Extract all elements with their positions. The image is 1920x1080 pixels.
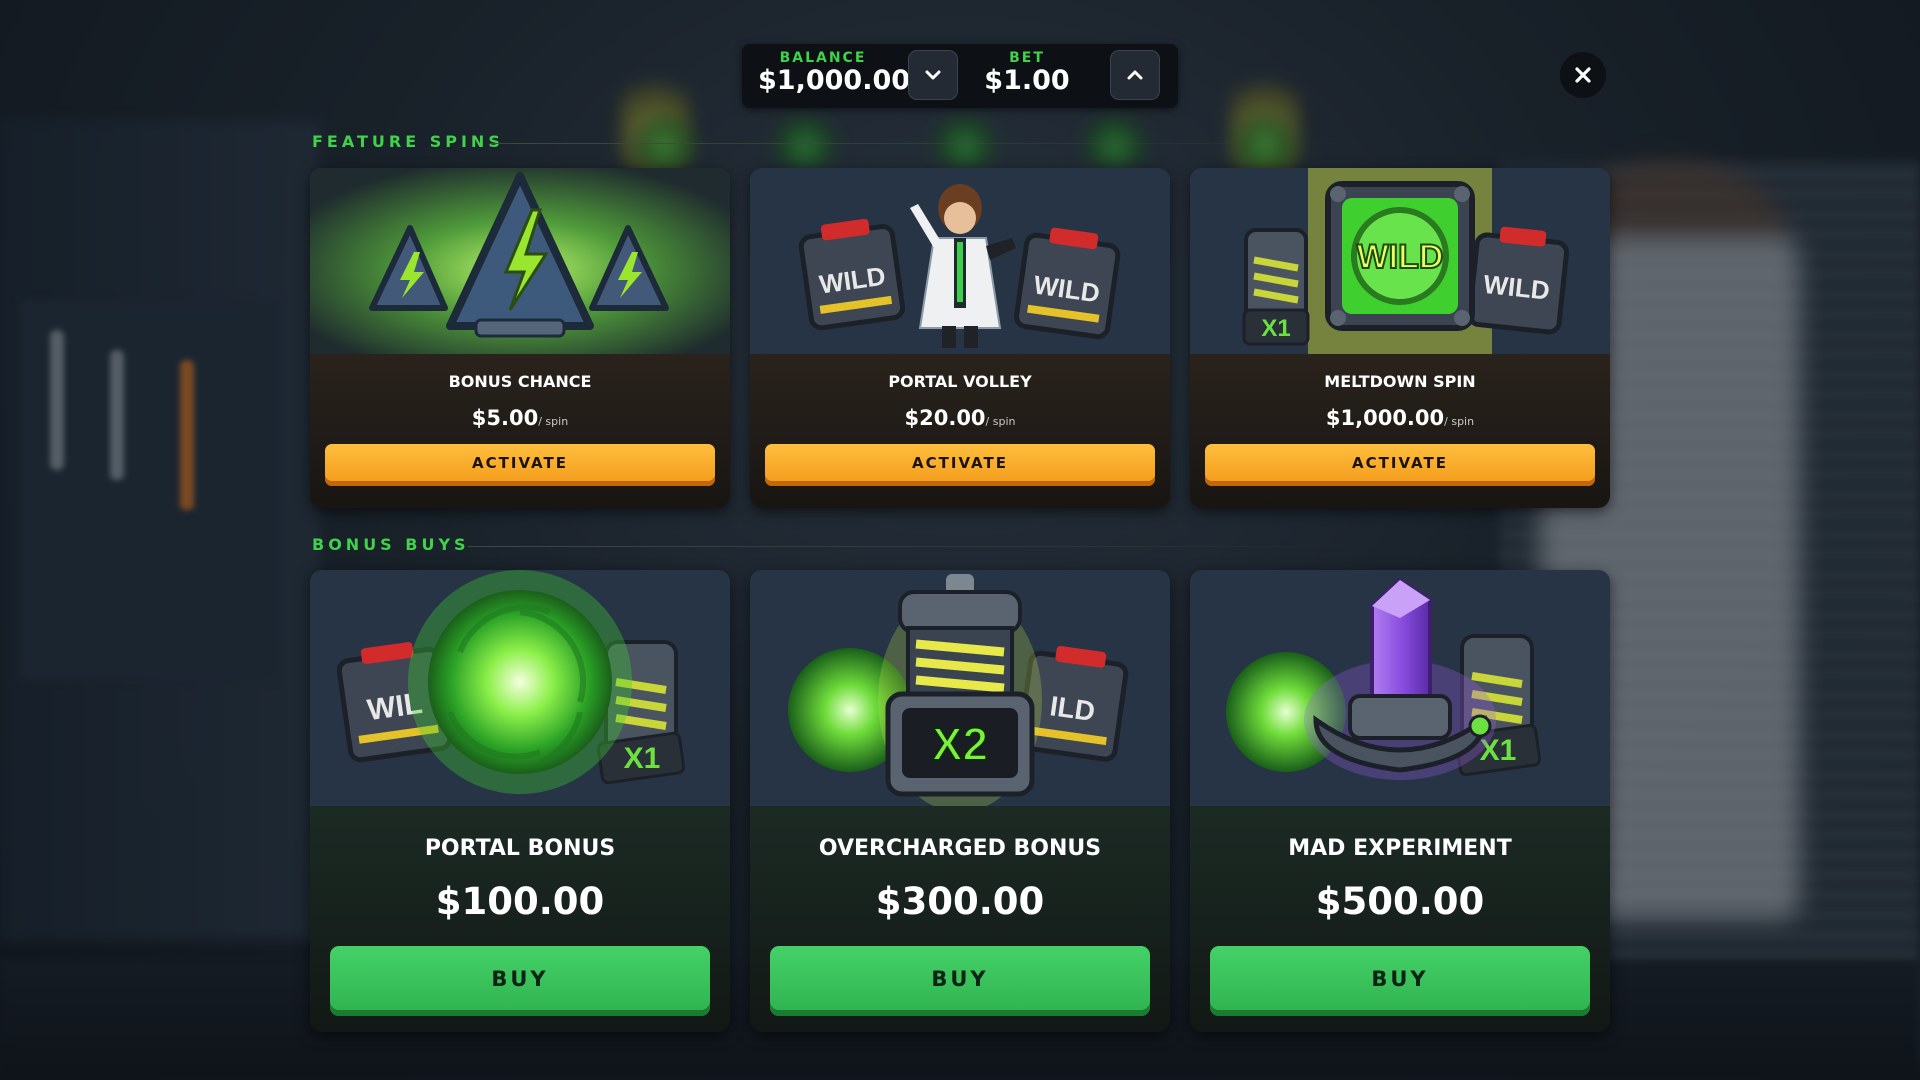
balance-value: $1,000.00: [758, 65, 911, 96]
card-price: $500.00: [1315, 880, 1485, 923]
multiplier-text: X1: [1261, 315, 1290, 342]
buy-button[interactable]: BUY: [330, 946, 710, 1016]
section-divider: [490, 143, 1390, 144]
card-info: PORTAL VOLLEY $20.00/ spin ACTIVATE: [750, 354, 1170, 508]
card-title: OVERCHARGED BONUS: [818, 836, 1102, 861]
close-icon: [1575, 67, 1591, 83]
portal-bonus-artwork: WIL X1: [310, 570, 730, 806]
card-title: PORTAL VOLLEY: [888, 372, 1032, 391]
feature-spins-heading: FEATURE SPINS: [312, 132, 504, 151]
card-price: $300.00: [875, 880, 1045, 923]
chevron-down-icon: [925, 70, 941, 80]
wild-symbol-text: WILD: [1357, 238, 1444, 276]
card-title: PORTAL BONUS: [424, 836, 616, 861]
card-info: MAD EXPERIMENT $500.00 BUY: [1190, 806, 1610, 1032]
bonus-card-mad-experiment: X1 MAD EXPERIMENT $500.00 BUY: [1190, 570, 1610, 1032]
mad-experiment-artwork: X1: [1190, 570, 1610, 806]
section-divider: [468, 546, 1388, 547]
bet-label: BET: [1009, 50, 1045, 66]
card-price: $20.00/ spin: [750, 406, 1170, 430]
card-info: PORTAL BONUS $100.00 BUY: [310, 806, 730, 1032]
bonus-card-portal-bonus: WIL X1 PORTAL BONUS $100.00 BUY: [310, 570, 730, 1032]
feature-card-bonus-chance: BONUS CHANCE $5.00/ spin ACTIVATE: [310, 168, 730, 508]
bonus-chance-artwork: [310, 168, 730, 354]
balance-display: BALANCE $1,000.00: [758, 50, 911, 96]
bet-value: $1.00: [984, 65, 1070, 96]
card-info: MELTDOWN SPIN $1,000.00/ spin ACTIVATE: [1190, 354, 1610, 508]
bet-increase-button[interactable]: [1110, 50, 1160, 100]
overcharged-bonus-artwork: ILD X2: [750, 570, 1170, 806]
price-unit: / spin: [1444, 415, 1475, 428]
card-info: OVERCHARGED BONUS $300.00 BUY: [750, 806, 1170, 1032]
buy-button[interactable]: BUY: [770, 946, 1150, 1016]
feature-card-portal-volley: WILD WILD PORTAL VOLLEY $20.00/ spin ACT…: [750, 168, 1170, 508]
card-price: $100.00: [435, 880, 605, 923]
price-value: $1,000.00: [1325, 406, 1445, 430]
activate-button[interactable]: ACTIVATE: [765, 444, 1155, 486]
wild-symbol-text: ILD: [1048, 690, 1097, 727]
bonus-buys-heading: BONUS BUYS: [312, 535, 470, 554]
card-title: BONUS CHANCE: [448, 372, 592, 391]
card-info: BONUS CHANCE $5.00/ spin ACTIVATE: [310, 354, 730, 508]
card-price: $1,000.00/ spin: [1190, 406, 1610, 430]
close-button[interactable]: [1560, 52, 1606, 98]
card-price: $5.00/ spin: [310, 406, 730, 430]
price-unit: / spin: [985, 415, 1016, 428]
buy-button[interactable]: BUY: [1210, 946, 1590, 1016]
meltdown-spin-artwork: X1 WILD WILD: [1190, 168, 1610, 354]
balance-bet-bar: BALANCE $1,000.00 BET $1.00: [742, 44, 1178, 108]
price-value: $5.00: [471, 406, 539, 430]
bet-display: BET $1.00: [982, 50, 1072, 96]
activate-button[interactable]: ACTIVATE: [325, 444, 715, 486]
card-title: MAD EXPERIMENT: [1288, 836, 1512, 861]
bet-decrease-button[interactable]: [908, 50, 958, 100]
feature-card-meltdown-spin: X1 WILD WILD MELTDOWN SPIN $1,000.00/ sp…: [1190, 168, 1610, 508]
portal-volley-artwork: WILD WILD: [750, 168, 1170, 354]
activate-button[interactable]: ACTIVATE: [1205, 444, 1595, 486]
bonus-card-overcharged-bonus: ILD X2 OVERCHARGED BONUS $300.00 BUY: [750, 570, 1170, 1032]
card-title: MELTDOWN SPIN: [1324, 372, 1476, 391]
price-unit: / spin: [538, 415, 569, 428]
multiplier-text: X1: [624, 742, 661, 775]
chevron-up-icon: [1127, 70, 1143, 80]
multiplier-text: X2: [932, 718, 988, 770]
balance-label: BALANCE: [779, 50, 867, 66]
price-value: $20.00: [904, 406, 986, 430]
